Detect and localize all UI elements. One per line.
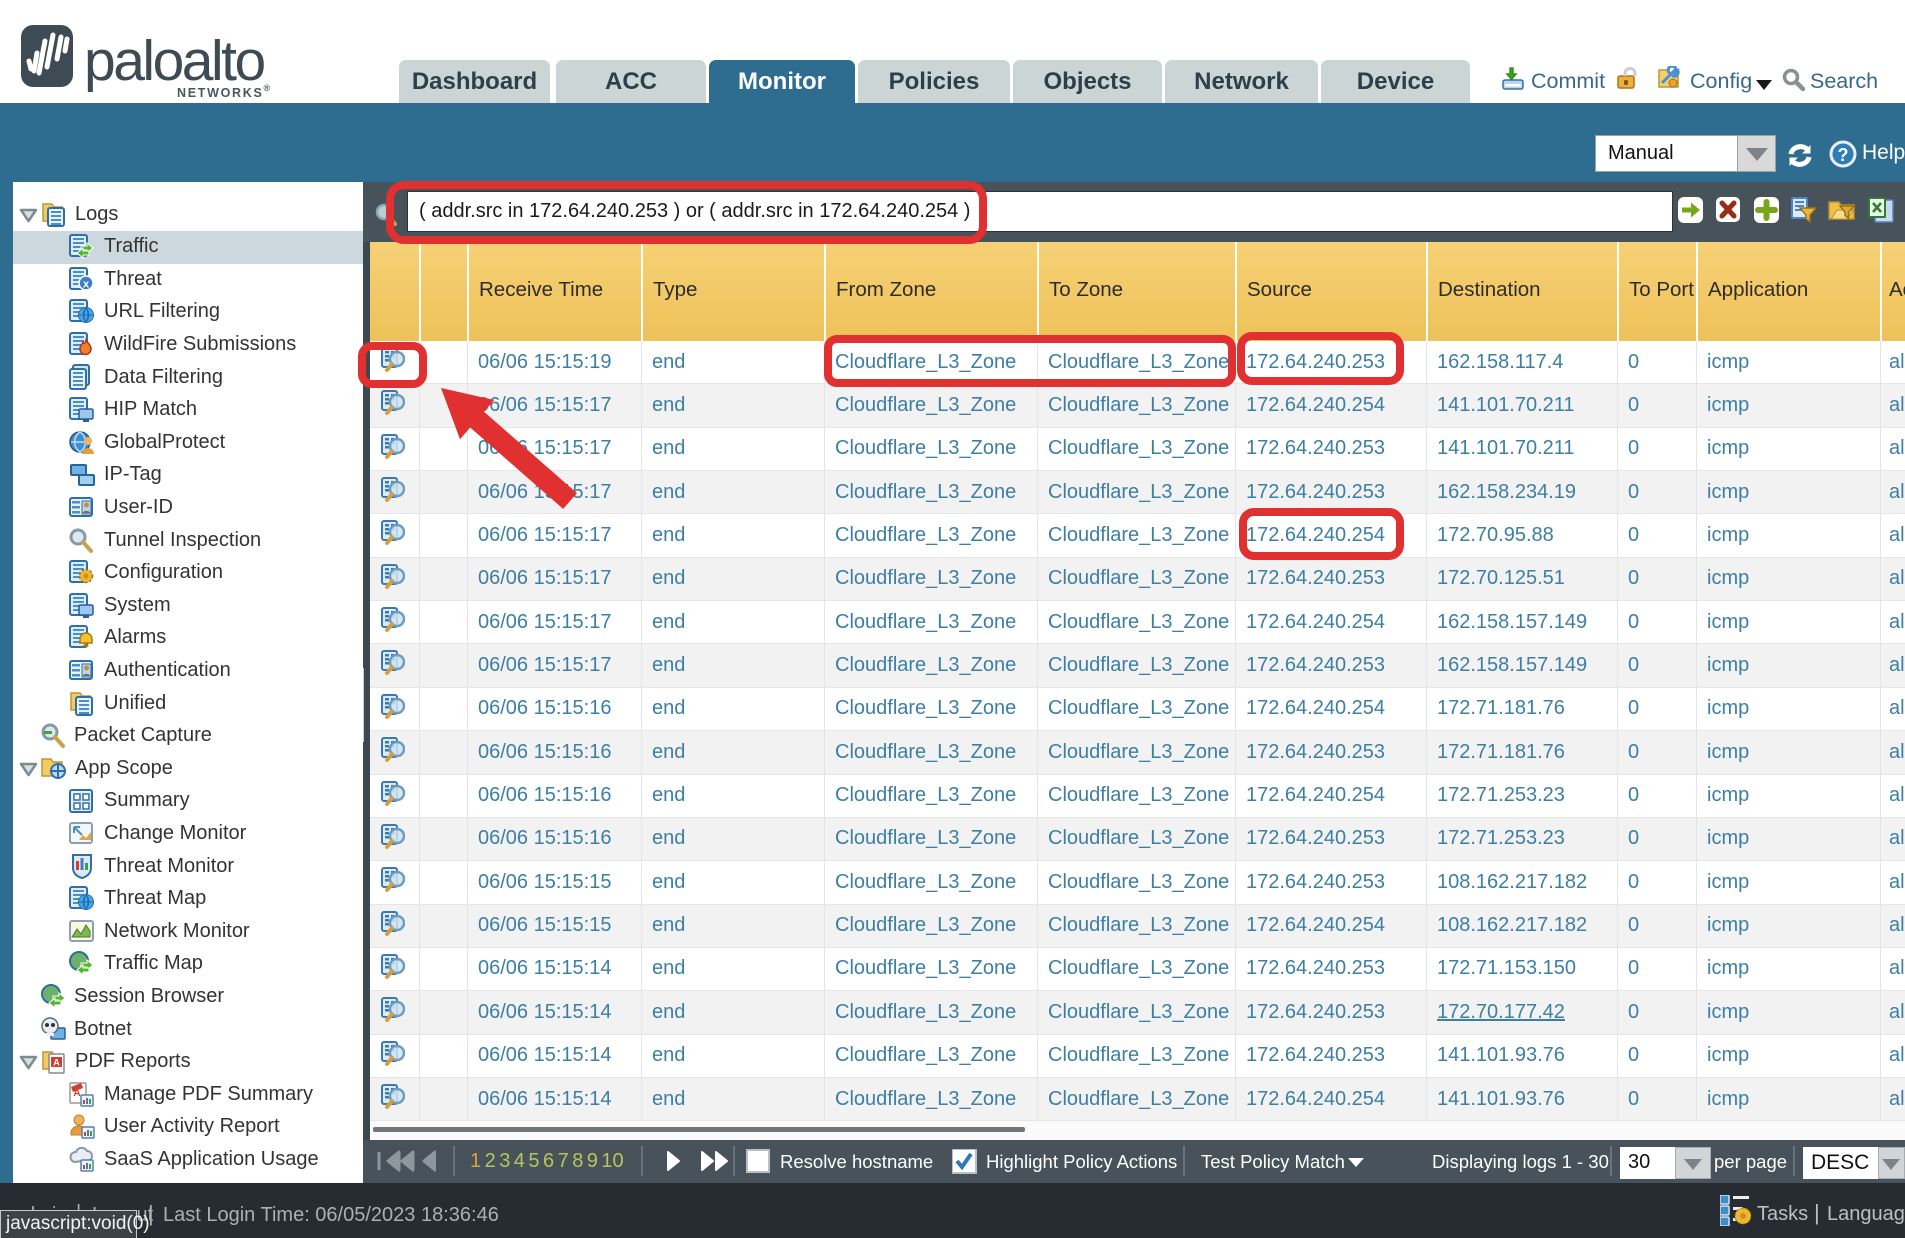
- svg-text:A: A: [53, 1058, 60, 1068]
- svg-text:x: x: [83, 278, 90, 290]
- svg-text:A: A: [73, 1088, 80, 1099]
- svg-text:?: ?: [1838, 145, 1849, 165]
